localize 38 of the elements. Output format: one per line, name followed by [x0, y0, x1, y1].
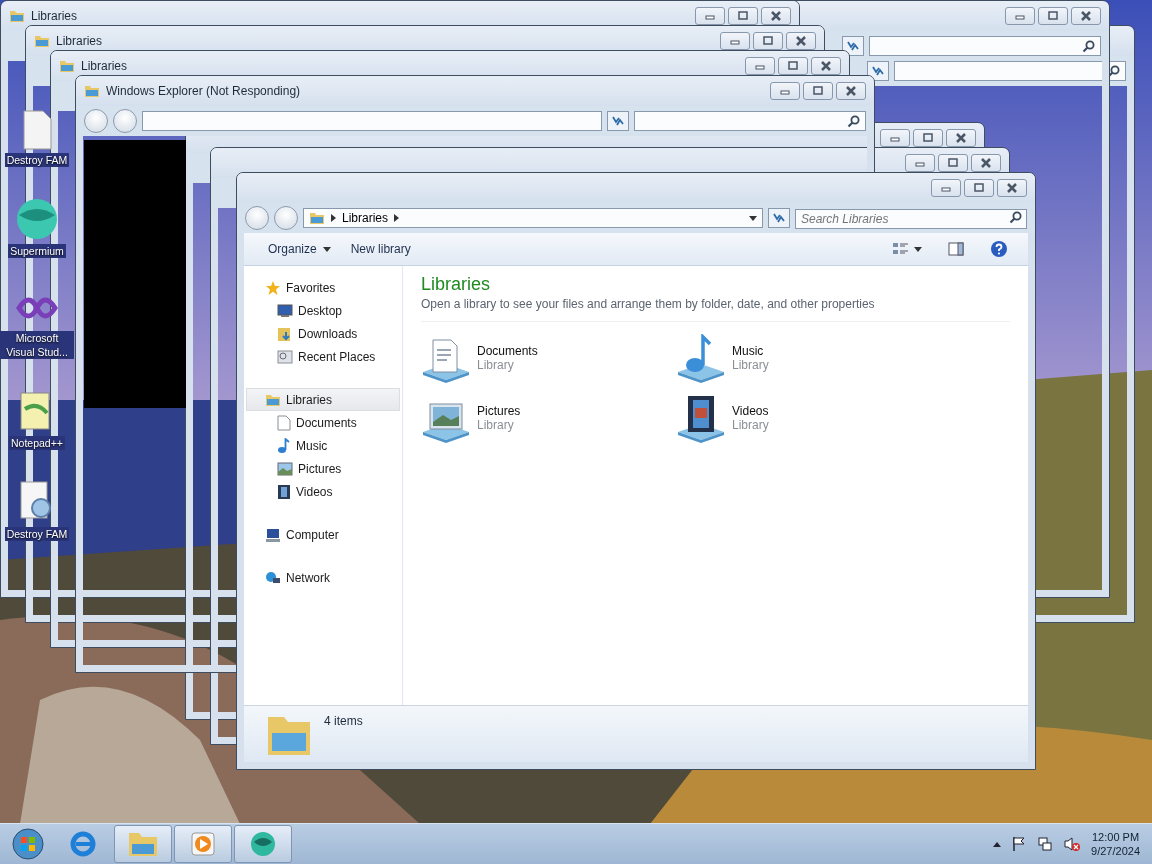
desktop-icon-label[interactable]: Supermium [8, 244, 66, 258]
breadcrumb-item[interactable]: Libraries [342, 211, 389, 225]
sidebar-item[interactable]: Documents [246, 411, 400, 434]
sidebar-item[interactable]: Recent Places [246, 345, 400, 368]
sidebar-item[interactable]: Desktop [246, 299, 400, 322]
clock-date[interactable]: 9/27/2024 [1091, 845, 1140, 857]
library-type: Library [477, 418, 515, 432]
sidebar-item[interactable]: Network [246, 566, 400, 589]
window-title: Libraries [81, 59, 129, 73]
sidebar-item[interactable]: Videos [246, 480, 400, 503]
library-name[interactable]: Documents [477, 344, 538, 358]
desktop-icon-label[interactable]: Destroy FAM [4, 527, 70, 541]
window-title: Windows Explorer (Not Responding) [106, 84, 302, 98]
sidebar-item[interactable]: Favorites [246, 276, 400, 299]
library-name[interactable]: Videos [732, 404, 769, 418]
search-field[interactable]: Search Libraries [795, 209, 1027, 229]
desktop-icon-label[interactable]: Destroy FAM [4, 153, 70, 167]
sidebar-item[interactable]: Libraries [246, 388, 400, 411]
toolbar-button[interactable]: Organize [262, 238, 337, 260]
address-field[interactable]: Libraries [303, 208, 763, 228]
library-type: Library [732, 418, 769, 432]
toolbar-button[interactable]: New library [344, 238, 417, 260]
library-type: Library [477, 358, 515, 372]
library-name[interactable]: Pictures [477, 404, 521, 418]
sidebar-item[interactable]: Downloads [246, 322, 400, 345]
status-text: 4 items [324, 714, 363, 728]
window-title: Libraries [31, 9, 79, 23]
clock-time[interactable]: 12:00 PM [1092, 831, 1140, 843]
desktop-icon-label[interactable]: Notepad++ [9, 436, 65, 450]
library-type: Library [732, 358, 769, 372]
window-title: Libraries [56, 34, 104, 48]
sidebar-item[interactable]: Computer [246, 523, 400, 546]
sidebar-item[interactable]: Music [246, 434, 400, 457]
page-heading: Libraries [421, 274, 492, 295]
description-text: Open a library to see your files and arrange them by folder, date, and other properties [421, 297, 1010, 322]
desktop-icon-label[interactable]: Microsoft Visual Stud... [0, 331, 74, 359]
sidebar-item[interactable]: Pictures [246, 457, 400, 480]
library-name[interactable]: Music [732, 344, 769, 358]
